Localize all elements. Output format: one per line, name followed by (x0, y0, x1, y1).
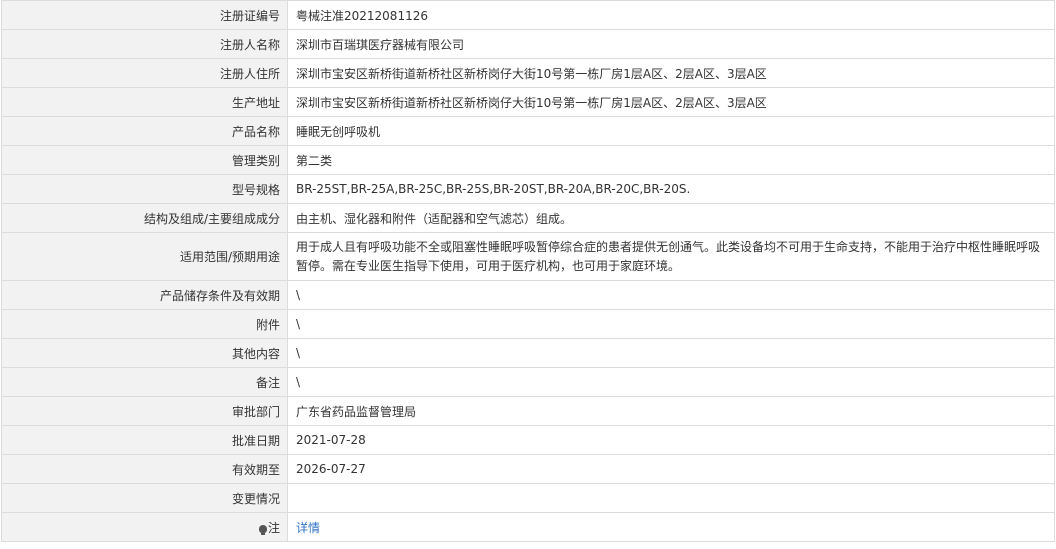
table-row-storage-conditions: 产品储存条件及有效期 \ (1, 280, 1055, 310)
table-row-remarks: 备注 \ (1, 367, 1055, 397)
field-value: \ (287, 309, 1055, 339)
field-value: 2021-07-28 (287, 425, 1055, 455)
table-row-approval-date: 批准日期 2021-07-28 (1, 425, 1055, 455)
table-row-production-address: 生产地址 深圳市宝安区新桥街道新桥社区新桥岗仔大街10号第一栋厂房1层A区、2层… (1, 87, 1055, 117)
field-value (287, 483, 1055, 513)
field-label: 管理类别 (1, 145, 288, 175)
field-value: 第二类 (287, 145, 1055, 175)
field-value: 深圳市百瑞琪医疗器械有限公司 (287, 29, 1055, 59)
table-row-attachments: 附件 \ (1, 309, 1055, 339)
field-label: 批准日期 (1, 425, 288, 455)
table-row-product-name: 产品名称 睡眠无创呼吸机 (1, 116, 1055, 146)
registration-info-table: 注册证编号 粤械注准20212081126 注册人名称 深圳市百瑞琪医疗器械有限… (1, 0, 1055, 542)
table-row-structure-composition: 结构及组成/主要组成成分 由主机、湿化器和附件（适配器和空气滤芯）组成。 (1, 203, 1055, 233)
field-label: 产品储存条件及有效期 (1, 280, 288, 310)
table-row-intended-use: 适用范围/预期用途 用于成人且有呼吸功能不全或阻塞性睡眠呼吸暂停综合症的患者提供… (1, 232, 1055, 281)
note-label-cell: 注 (1, 512, 288, 542)
field-value: 2026-07-27 (287, 454, 1055, 484)
field-value: \ (287, 338, 1055, 368)
table-row-registrant-address: 注册人住所 深圳市宝安区新桥街道新桥社区新桥岗仔大街10号第一栋厂房1层A区、2… (1, 58, 1055, 88)
lightbulb-icon (258, 524, 267, 535)
field-value: 深圳市宝安区新桥街道新桥社区新桥岗仔大街10号第一栋厂房1层A区、2层A区、3层… (287, 58, 1055, 88)
field-value: 深圳市宝安区新桥街道新桥社区新桥岗仔大街10号第一栋厂房1层A区、2层A区、3层… (287, 87, 1055, 117)
field-label: 生产地址 (1, 87, 288, 117)
field-label: 适用范围/预期用途 (1, 232, 288, 281)
table-row-registrant-name: 注册人名称 深圳市百瑞琪医疗器械有限公司 (1, 29, 1055, 59)
table-row-approval-department: 审批部门 广东省药品监督管理局 (1, 396, 1055, 426)
field-value: 由主机、湿化器和附件（适配器和空气滤芯）组成。 (287, 203, 1055, 233)
field-label: 附件 (1, 309, 288, 339)
table-row-valid-until: 有效期至 2026-07-27 (1, 454, 1055, 484)
field-label: 变更情况 (1, 483, 288, 513)
field-label: 注册证编号 (1, 0, 288, 30)
field-label: 注 (267, 520, 280, 535)
field-label: 产品名称 (1, 116, 288, 146)
field-label: 注册人名称 (1, 29, 288, 59)
field-value: \ (287, 280, 1055, 310)
field-label: 注册人住所 (1, 58, 288, 88)
field-label: 型号规格 (1, 174, 288, 204)
field-value: 睡眠无创呼吸机 (287, 116, 1055, 146)
table-row-registration-number: 注册证编号 粤械注准20212081126 (1, 0, 1055, 30)
table-row-other-content: 其他内容 \ (1, 338, 1055, 368)
field-value: \ (287, 367, 1055, 397)
field-label: 结构及组成/主要组成成分 (1, 203, 288, 233)
field-label: 审批部门 (1, 396, 288, 426)
field-value: 粤械注准20212081126 (287, 0, 1055, 30)
field-value: 用于成人且有呼吸功能不全或阻塞性睡眠呼吸暂停综合症的患者提供无创通气。此类设备均… (287, 232, 1055, 281)
table-row-management-category: 管理类别 第二类 (1, 145, 1055, 175)
details-link[interactable]: 详情 (296, 521, 320, 535)
note-value-cell: 详情 (287, 512, 1055, 542)
table-row-note: 注 详情 (1, 512, 1055, 542)
field-label: 有效期至 (1, 454, 288, 484)
field-value: BR-25ST,BR-25A,BR-25C,BR-25S,BR-20ST,BR-… (287, 174, 1055, 204)
table-row-change-history: 变更情况 (1, 483, 1055, 513)
field-label: 其他内容 (1, 338, 288, 368)
field-value: 广东省药品监督管理局 (287, 396, 1055, 426)
field-label: 备注 (1, 367, 288, 397)
table-row-model-spec: 型号规格 BR-25ST,BR-25A,BR-25C,BR-25S,BR-20S… (1, 174, 1055, 204)
